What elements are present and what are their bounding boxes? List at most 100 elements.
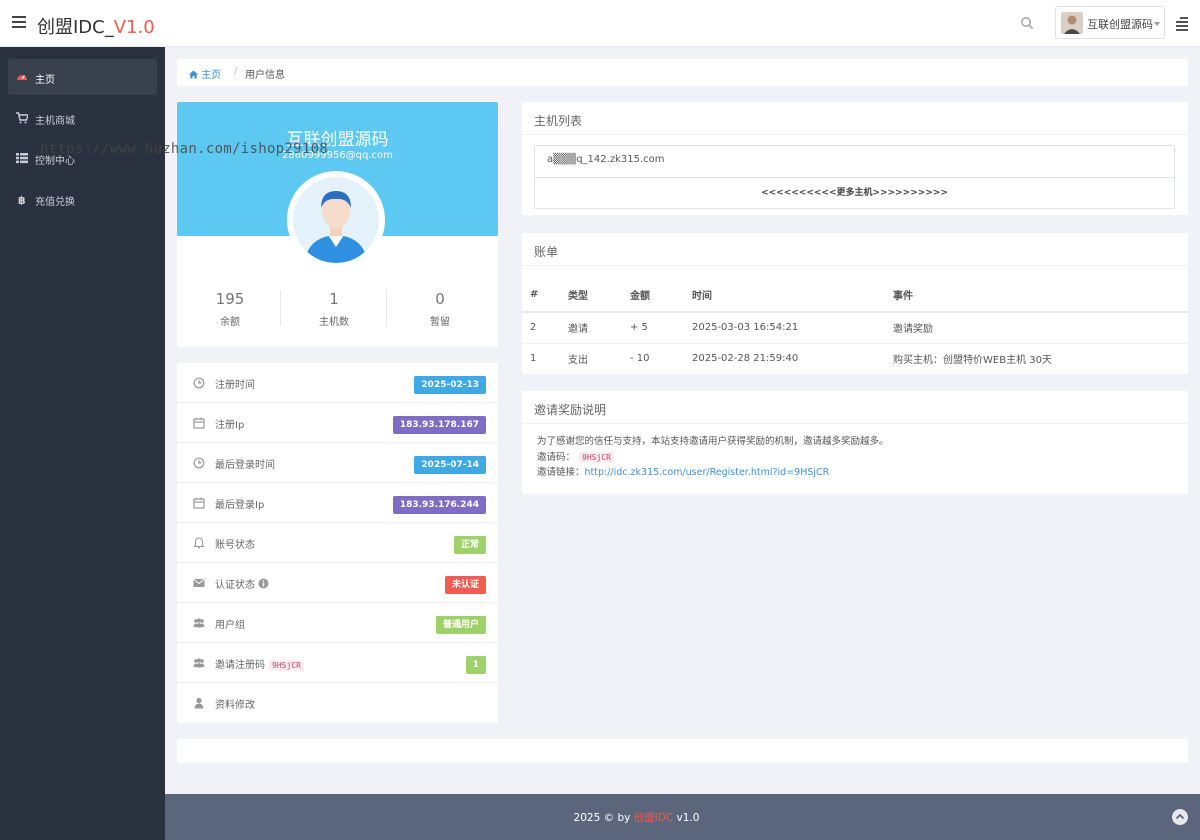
breadcrumb-current: 用户信息 [245,70,285,81]
invite-code: 9HSjCR [269,660,304,671]
sidebar-item-shop[interactable]: 主机商城 [8,100,157,136]
users-icon [193,658,205,668]
home-icon [189,70,198,79]
envelope-icon [193,578,205,587]
profile-name: 互联创盟源码 [286,130,389,150]
edit-profile-link[interactable]: 资料修改 [215,696,255,711]
table-cell: 邀请 [560,312,622,344]
verify-status-badge: 未认证 [444,576,486,594]
chevron-down-icon [1154,22,1160,26]
profile-avatar [287,171,385,269]
profile-card: 互联创盟源码 2860999956@qq.com 195 余额 1 主机数 0 … [177,102,498,347]
info-icon[interactable] [258,578,269,589]
more-hosts-link[interactable]: <<<<<<<<<<更多主机>>>>>>>>>> [535,185,1174,198]
brand-logo[interactable]: 创盟IDC_V1.0 [37,13,155,39]
invite-code: 9HSjCR [579,452,614,463]
bell-icon [193,537,205,549]
table-cell: 2 [522,312,560,344]
footer: 2025 © by 创盟IDC v1.0 [165,794,1200,840]
panel-divider [522,423,1188,424]
search-icon[interactable] [1020,16,1034,30]
host-list-title: 主机列表 [534,114,583,128]
column-header: 时间 [684,278,885,313]
last-login-time-badge: 2025-07-14 [414,456,486,474]
info-row-user-group: 用户组 普通用户 [177,603,498,643]
table-cell: 邀请奖励 [885,312,1188,344]
invite-code-line: 邀请码： 9HSjCR [537,449,614,463]
user-menu-button[interactable]: 互联创盟源码 [1055,6,1165,39]
register-ip-badge: 183.93.178.167 [392,416,486,434]
breadcrumb-home[interactable]: 主页 [189,66,221,81]
user-group-badge: 普通用户 [435,616,486,634]
host-divider [535,177,1174,178]
panel-divider [522,134,1188,135]
sidebar-item-recharge[interactable]: ฿ 充值兑换 [8,181,157,217]
list-icon [16,153,28,164]
table-cell: 1 [522,343,560,375]
cart-icon [16,112,28,124]
column-header: 事件 [885,278,1188,313]
info-row-invite-code: 邀请注册码 9HSjCR 1 [177,643,498,683]
user-icon [194,697,204,709]
bills-title: 账单 [534,245,559,259]
table-header-row: # 类型 金额 时间 事件 [522,278,1188,313]
table-row: 1 支出 - 10 2025-02-28 21:59:40 购买主机：创盟特价W… [522,343,1188,375]
chevron-up-icon [1175,813,1185,820]
back-to-top-button[interactable] [1172,809,1188,825]
stat-balance: 195 余额 [215,290,245,328]
clock-icon [193,377,205,389]
table-cell: - 10 [622,343,684,375]
users-icon [193,618,205,628]
user-avatar-icon [305,191,367,263]
table-cell: 购买主机：创盟特价WEB主机 30天 [885,343,1188,375]
info-row-last-login-time: 最后登录时间 2025-07-14 [177,443,498,483]
svg-text:฿: ฿ [18,194,26,205]
column-header: 金额 [622,278,684,313]
info-row-edit-profile[interactable]: 资料修改 [177,683,498,723]
profile-email: 2860999956@qq.com [282,150,393,161]
top-header: 创盟IDC_V1.0 互联创盟源码 [0,0,1200,47]
menu-icon[interactable] [12,16,26,28]
table-cell: 2025-02-28 21:59:40 [684,343,885,375]
calendar-icon [193,417,205,429]
info-row-account-status: 账号状态 正常 [177,523,498,563]
empty-panel [177,739,1188,763]
host-item[interactable]: a▒▒▒q_142.zk315.com [547,154,664,165]
last-login-ip-badge: 183.93.176.244 [392,496,486,514]
panel-divider [522,265,1188,266]
invite-link[interactable]: http://idc.zk315.com/user/Register.html?… [585,467,830,478]
footer-text: 2025 © by 创盟IDC v1.0 [573,812,700,824]
info-row-register-time: 注册时间 2025-02-13 [177,363,498,403]
bills-table: # 类型 金额 时间 事件 2 邀请 + 5 2025-03-03 16:54:… [522,278,1188,375]
info-row-register-ip: 注册Ip 183.93.178.167 [177,403,498,443]
table-cell: + 5 [622,312,684,344]
breadcrumb-separator: / [234,66,238,77]
host-list-panel: 主机列表 a▒▒▒q_142.zk315.com <<<<<<<<<<更多主机>… [522,102,1188,215]
invite-title: 邀请奖励说明 [534,403,607,417]
info-row-verify-status: 认证状态 未认证 [177,563,498,603]
invite-link-line: 邀请链接：http://idc.zk315.com/user/Register.… [537,467,830,478]
bills-panel: 账单 # 类型 金额 时间 事件 2 邀请 + 5 2025-03-03 16:… [522,233,1188,375]
column-header: # [522,278,560,313]
invite-panel: 邀请奖励说明 为了感谢您的信任与支持，本站支持邀请用户获得奖励的机制，邀请越多奖… [522,391,1188,494]
sidebar-item-control[interactable]: 控制中心 [8,140,157,176]
invite-count-badge: 1 [465,656,486,674]
register-time-badge: 2025-02-13 [414,376,486,394]
host-list: a▒▒▒q_142.zk315.com <<<<<<<<<<更多主机>>>>>>… [534,145,1175,209]
stat-hosts: 1 主机数 [319,290,349,328]
right-menu-icon[interactable] [1176,17,1188,31]
sidebar-item-home[interactable]: 主页 [8,59,157,95]
dashboard-icon [17,75,27,80]
info-row-last-login-ip: 最后登录Ip 183.93.176.244 [177,483,498,523]
clock-icon [193,457,205,469]
breadcrumb: 主页 / 用户信息 [177,59,1188,86]
stat-reserved: 0 暂留 [430,290,450,328]
user-name: 互联创盟源码 [1087,18,1153,31]
sidebar: 主页 主机商城 控制中心 ฿ 充值兑换 [0,47,165,840]
calendar-icon [193,497,205,509]
bitcoin-icon: ฿ [18,194,26,205]
avatar [1061,12,1083,34]
column-header: 类型 [560,278,622,313]
table-row: 2 邀请 + 5 2025-03-03 16:54:21 邀请奖励 [522,312,1188,344]
account-info-list: 注册时间 2025-02-13 注册Ip 183.93.178.167 最后登录… [177,363,498,723]
